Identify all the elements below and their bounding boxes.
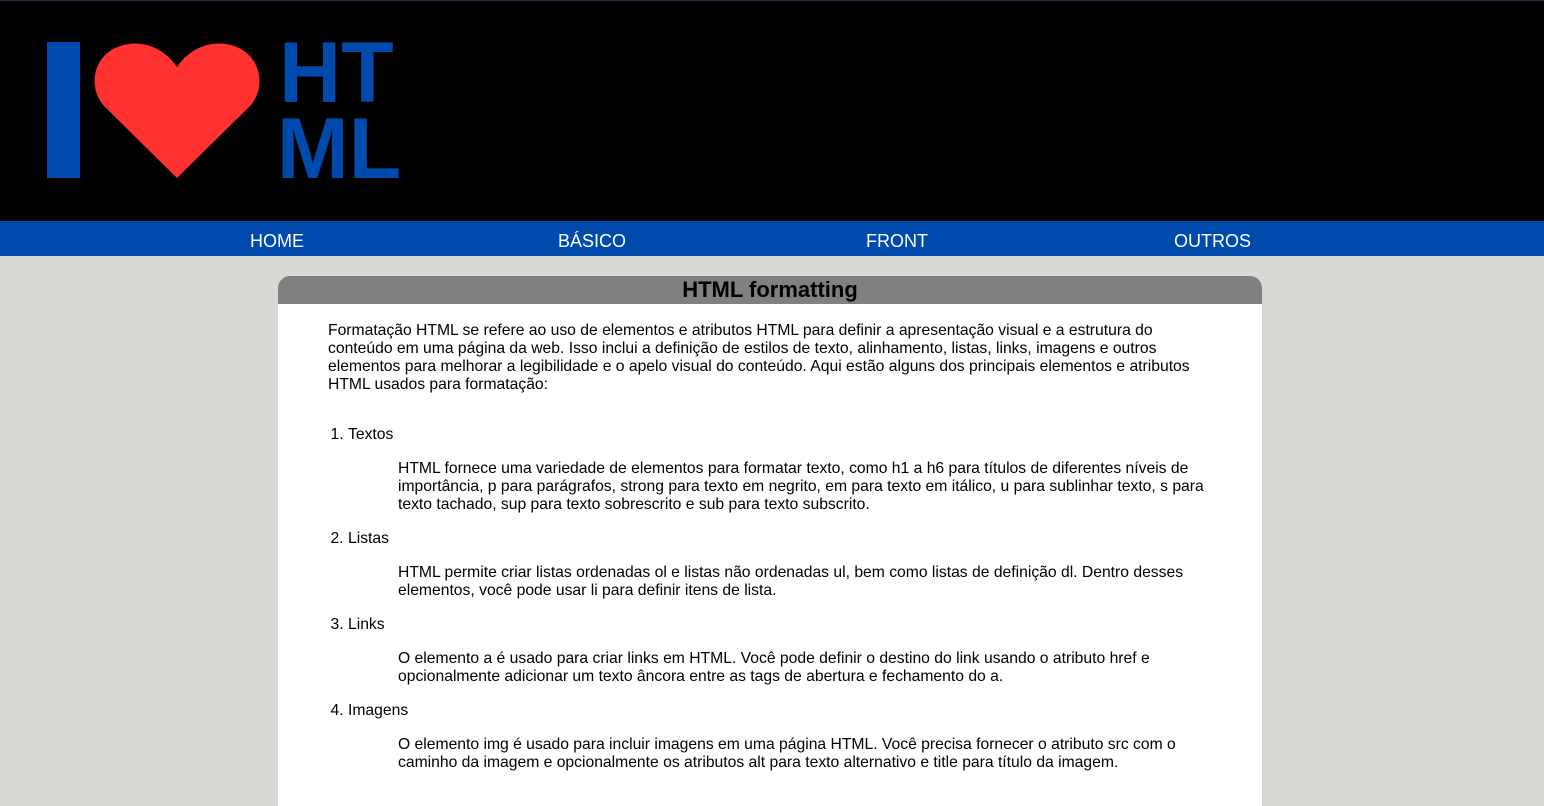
topic-name: Listas [348, 530, 389, 547]
list-item: Imagens O elemento img é usado para incl… [348, 702, 1212, 772]
list-item: Listas HTML permite criar listas ordenad… [348, 530, 1212, 600]
topic-name: Links [348, 616, 385, 633]
heart-icon [94, 43, 260, 178]
topic-description: HTML fornece uma variedade de elementos … [398, 460, 1204, 513]
topic-description: O elemento img é usado para incluir imag… [398, 736, 1176, 771]
article-card: HTML formatting Formatação HTML se refer… [278, 276, 1262, 806]
topics-list: Textos HTML fornece uma variedade de ele… [328, 426, 1212, 772]
logo-text-line2: ML [277, 101, 401, 182]
article-intro: Formatação HTML se refere ao uso de elem… [328, 322, 1190, 393]
topic-name: Imagens [348, 702, 409, 719]
i-love-html-logo: HT ML [47, 37, 401, 182]
nav-item-front[interactable]: FRONT [866, 221, 928, 256]
article-body: Formatação HTML se refere ao uso de elem… [278, 304, 1262, 772]
main-nav: HOME BÁSICO FRONT OUTROS [0, 221, 1544, 256]
article-title-bar: HTML formatting [278, 276, 1262, 304]
nav-item-outros[interactable]: OUTROS [1174, 221, 1251, 256]
site-logo[interactable]: HT ML [47, 37, 412, 182]
nav-item-basico[interactable]: BÁSICO [558, 221, 626, 256]
article-title: HTML formatting [682, 277, 858, 302]
topic-description: O elemento a é usado para criar links em… [398, 650, 1150, 685]
nav-item-home[interactable]: HOME [250, 221, 304, 256]
list-item: Textos HTML fornece uma variedade de ele… [348, 426, 1212, 514]
topic-name: Textos [348, 426, 394, 443]
site-header: HT ML [0, 0, 1544, 221]
list-item: Links O elemento a é usado para criar li… [348, 616, 1212, 686]
topic-description: HTML permite criar listas ordenadas ol e… [398, 564, 1184, 599]
letter-i-bar [47, 42, 80, 178]
